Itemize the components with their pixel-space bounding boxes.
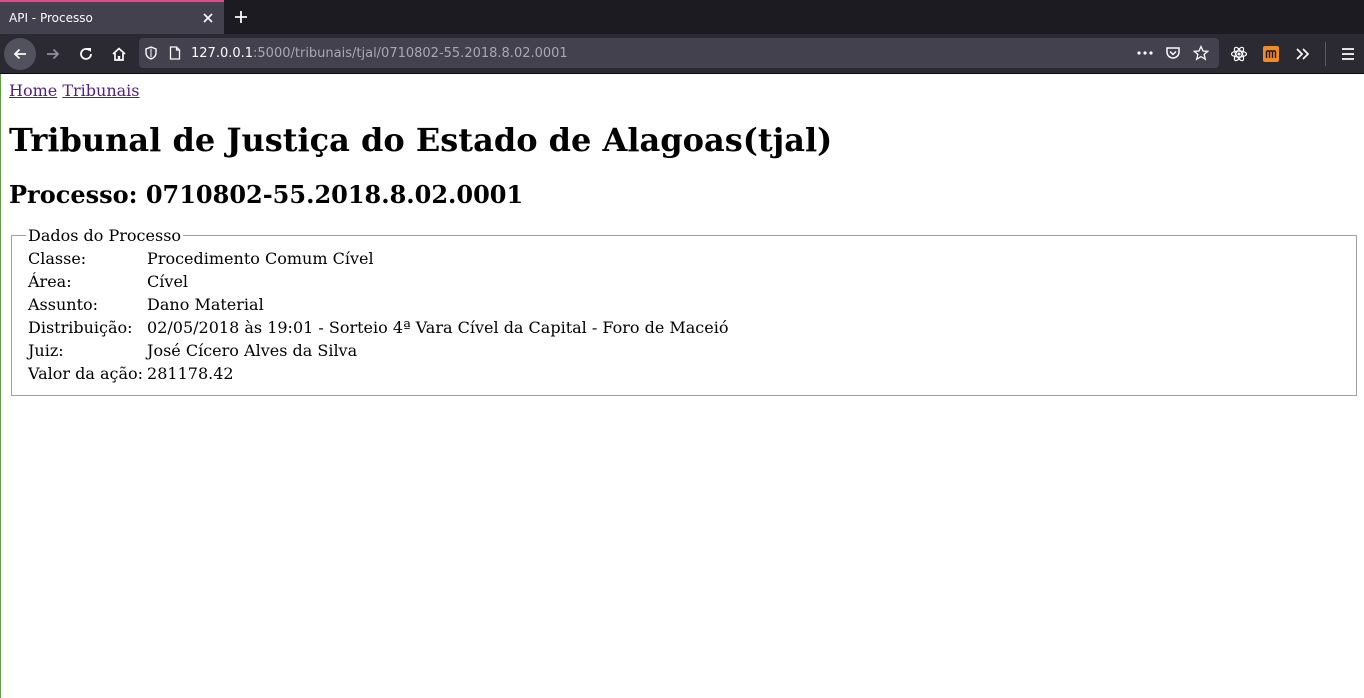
extension-m-icon[interactable]	[1255, 38, 1287, 70]
table-row: Classe: Procedimento Comum Cível	[28, 247, 730, 270]
reload-button[interactable]	[70, 38, 102, 70]
page-content: Home Tribunais Tribunal de Justiça do Es…	[0, 74, 1364, 698]
react-devtools-icon[interactable]	[1223, 38, 1255, 70]
forward-button[interactable]	[37, 38, 69, 70]
row-label-assunto: Assunto:	[28, 295, 99, 314]
tab-strip: API - Processo	[0, 0, 1364, 34]
row-label-classe: Classe:	[28, 249, 87, 268]
row-value-valor: 281178.42	[147, 364, 234, 383]
url-text[interactable]: 127.0.0.1:5000/tribunais/tjal/0710802-55…	[191, 46, 568, 61]
shield-icon[interactable]	[139, 38, 163, 68]
toolbar-separator	[1325, 42, 1326, 66]
url-actions	[1131, 38, 1219, 68]
reload-icon	[80, 47, 92, 60]
table-row: Distribuição: 02/05/2018 às 19:01 - Sort…	[28, 316, 730, 339]
tab-title: API - Processo	[9, 11, 93, 25]
row-value-distribuicao: 02/05/2018 às 19:01 - Sorteio 4ª Vara Cí…	[147, 318, 729, 337]
row-value-juiz: José Cícero Alves da Silva	[147, 341, 358, 360]
dados-table: Classe: Procedimento Comum Cível Área: C…	[28, 247, 730, 385]
menu-icon[interactable]	[1332, 38, 1364, 70]
close-icon[interactable]	[200, 10, 216, 26]
new-tab-button[interactable]	[224, 0, 258, 34]
page-icon[interactable]	[163, 38, 187, 68]
dados-fieldset: Dados do Processo Classe: Procedimento C…	[11, 226, 1357, 396]
row-value-classe: Procedimento Comum Cível	[147, 249, 374, 268]
tribunais-link[interactable]: Tribunais	[62, 81, 139, 100]
overflow-icon[interactable]	[1287, 38, 1319, 70]
dados-legend: Dados do Processo	[28, 226, 182, 245]
url-bar[interactable]: 127.0.0.1:5000/tribunais/tjal/0710802-55…	[139, 38, 1219, 68]
page-nav: Home Tribunais	[9, 82, 1356, 100]
tribunal-title: Tribunal de Justiça do Estado de Alagoas…	[9, 121, 833, 159]
url-host: 127.0.0.1	[191, 45, 254, 61]
toolbar-right	[1223, 34, 1364, 74]
back-button[interactable]	[4, 37, 36, 70]
row-label-juiz: Juiz:	[28, 341, 64, 360]
row-label-distribuicao: Distribuição:	[28, 318, 133, 337]
table-row: Assunto: Dano Material	[28, 293, 730, 316]
bookmark-star-icon[interactable]	[1187, 38, 1215, 68]
home-link[interactable]: Home	[9, 81, 57, 100]
home-icon	[112, 46, 126, 61]
table-row: Juiz: José Cícero Alves da Silva	[28, 339, 730, 362]
back-icon	[13, 48, 26, 59]
table-row: Área: Cível	[28, 270, 730, 293]
row-label-valor: Valor da ação:	[28, 364, 144, 383]
table-row: Valor da ação: 281178.42	[28, 362, 730, 385]
processo-title: Processo: 0710802-55.2018.8.02.0001	[9, 180, 524, 209]
row-label-area: Área:	[28, 272, 72, 291]
plus-icon	[235, 11, 247, 23]
row-value-assunto: Dano Material	[147, 295, 264, 314]
url-path: :5000/tribunais/tjal/0710802-55.2018.8.0…	[253, 45, 568, 61]
tab-active[interactable]: API - Processo	[0, 0, 224, 34]
more-icon[interactable]	[1131, 38, 1159, 68]
forward-icon	[47, 48, 60, 59]
home-button[interactable]	[103, 38, 135, 70]
pocket-icon[interactable]	[1159, 38, 1187, 68]
row-value-area: Cível	[147, 272, 189, 291]
